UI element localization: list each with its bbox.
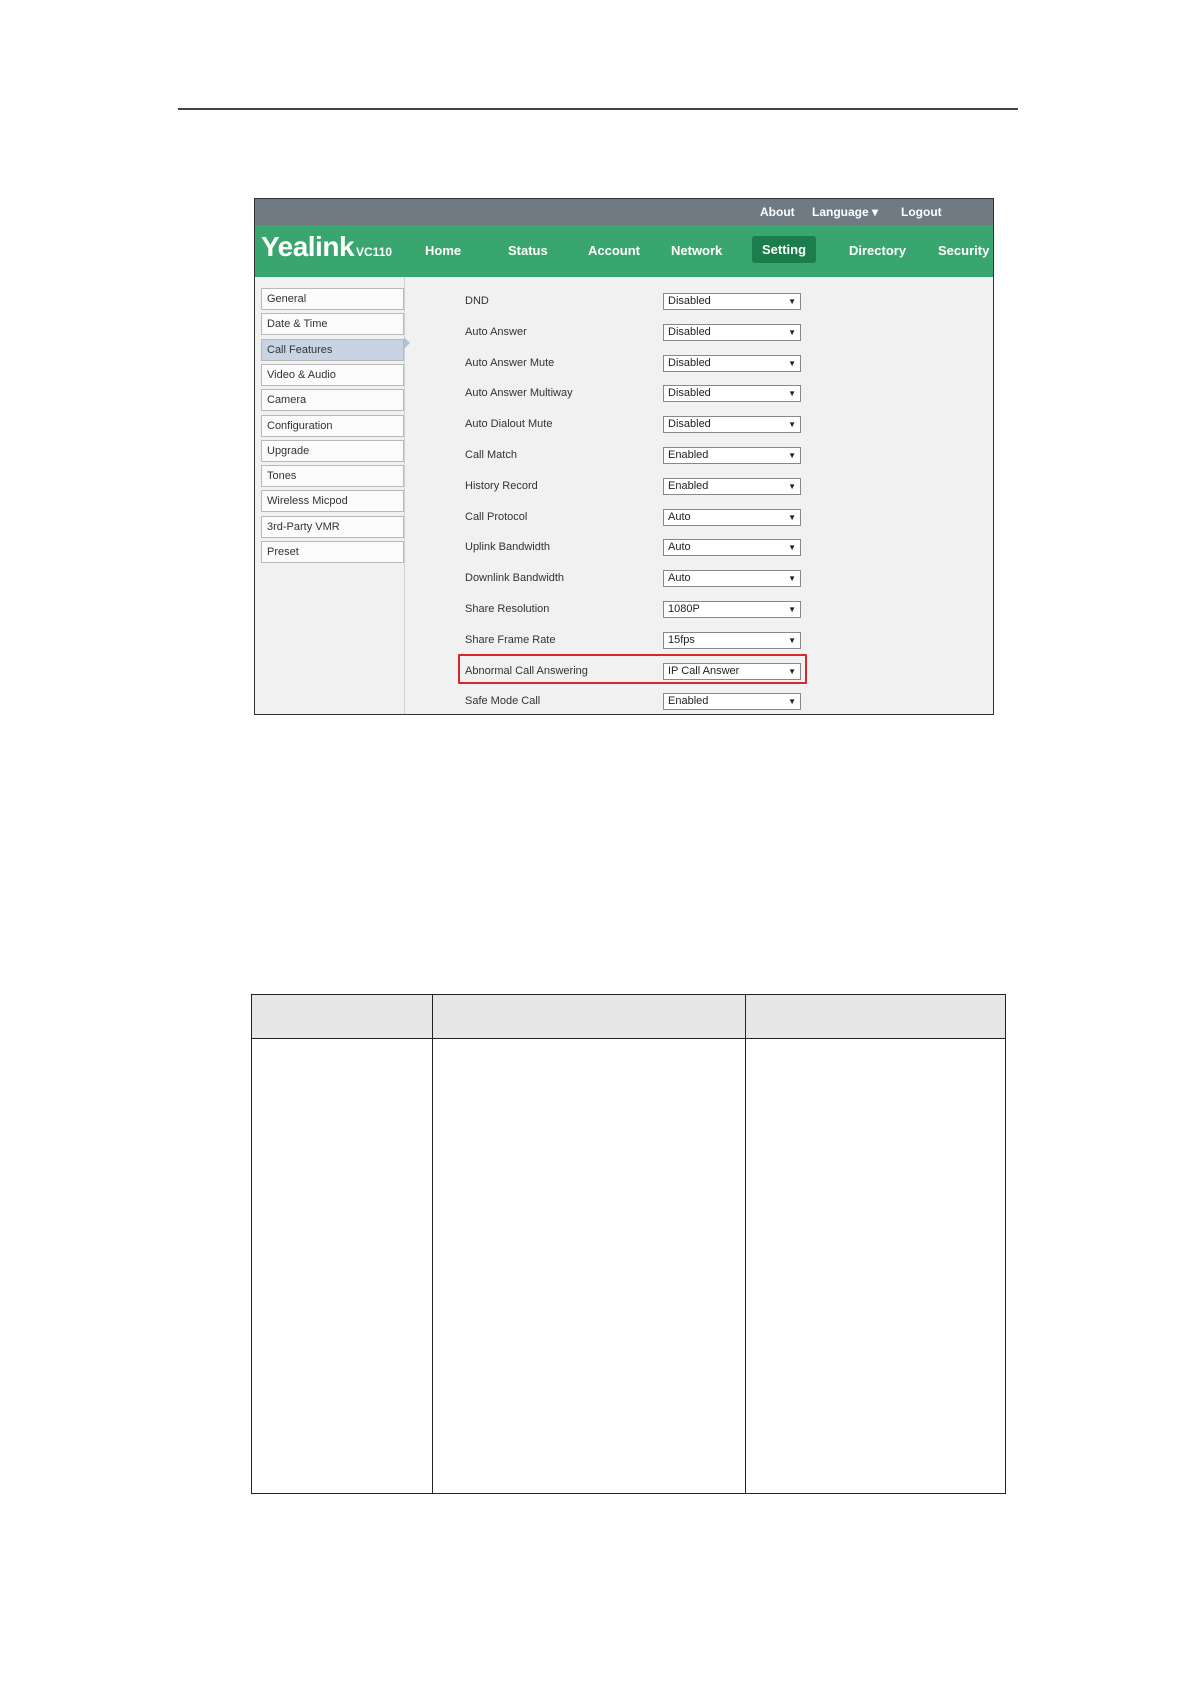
- nav-status[interactable]: Status: [508, 243, 548, 258]
- sidebar-item-3rd-party-vmr[interactable]: 3rd-Party VMR: [261, 515, 404, 538]
- dropdown-caret-icon: ▼: [788, 389, 796, 399]
- dnd-label: DND: [465, 295, 489, 307]
- sidebar-item-preset[interactable]: Preset: [261, 541, 404, 563]
- logout-link[interactable]: Logout: [901, 205, 942, 219]
- yealink-logo: Yealink VC110: [261, 231, 392, 263]
- dnd-select[interactable]: Disabled ▼: [663, 293, 801, 310]
- auto-answer-mute-label: Auto Answer Mute: [465, 356, 555, 369]
- sidebar-item-general[interactable]: General: [261, 288, 404, 310]
- nav-directory[interactable]: Directory: [849, 243, 906, 258]
- table-header-cell: [432, 994, 746, 1039]
- auto-answer-multiway-value: Disabled: [668, 387, 711, 400]
- nav-setting[interactable]: Setting: [752, 236, 817, 263]
- sidebar-item-configuration[interactable]: Configuration: [261, 414, 404, 437]
- table-cell: [745, 1038, 1006, 1494]
- share-frame-rate-value: 15fps: [668, 633, 695, 646]
- language-dropdown[interactable]: Language ▾: [812, 205, 878, 219]
- downlink-bandwidth-label: Downlink Bandwidth: [465, 572, 565, 585]
- table-header-cell: [745, 994, 1006, 1039]
- share-resolution-select[interactable]: 1080P ▼: [663, 601, 801, 618]
- about-link[interactable]: About: [760, 205, 795, 219]
- dropdown-caret-icon: ▼: [788, 697, 796, 707]
- sidebar-item-video-audio[interactable]: Video & Audio: [261, 363, 404, 386]
- dropdown-caret-icon: ▼: [788, 481, 796, 491]
- auto-answer-multiway-select[interactable]: Disabled ▼: [663, 385, 801, 403]
- downlink-bandwidth-value: Auto: [668, 572, 691, 585]
- call-protocol-select[interactable]: Auto ▼: [663, 508, 801, 526]
- sidebar-item-call-features[interactable]: Call Features: [261, 338, 404, 361]
- history-record-label: History Record: [465, 479, 538, 492]
- nav-network[interactable]: Network: [671, 243, 722, 258]
- settings-content: General Date & Time Call Features Video & A…: [255, 277, 993, 714]
- auto-dialout-mute-value: Disabled: [668, 418, 711, 431]
- safe-mode-call-select[interactable]: Enabled ▼: [663, 693, 801, 711]
- web-ui-screenshot: About Language ▾ Logout Yealink VC110 Hom…: [254, 198, 994, 715]
- auto-dialout-mute-label: Auto Dialout Mute: [465, 418, 553, 431]
- dnd-value: Disabled: [668, 295, 711, 307]
- table-row: [251, 1038, 1006, 1494]
- dropdown-caret-icon: ▼: [788, 451, 796, 460]
- call-match-label: Call Match: [465, 449, 517, 461]
- history-record-value: Enabled: [668, 479, 709, 492]
- share-frame-rate-label: Share Frame Rate: [465, 633, 556, 646]
- table-cell: [432, 1038, 746, 1494]
- table-header-row: [251, 994, 1006, 1039]
- uplink-bandwidth-value: Auto: [668, 541, 691, 554]
- sidebar-item-date-time[interactable]: Date & Time: [261, 313, 404, 336]
- active-item-pointer: [404, 337, 410, 349]
- share-resolution-label: Share Resolution: [465, 603, 550, 615]
- auto-answer-mute-select[interactable]: Disabled ▼: [663, 354, 801, 372]
- uplink-bandwidth-label: Uplink Bandwidth: [465, 541, 550, 554]
- dropdown-caret-icon: ▼: [788, 420, 796, 430]
- auto-answer-multiway-label: Auto Answer Multiway: [465, 387, 573, 400]
- history-record-select[interactable]: Enabled ▼: [663, 477, 801, 495]
- downlink-bandwidth-select[interactable]: Auto ▼: [663, 570, 801, 588]
- dropdown-caret-icon: ▼: [788, 543, 796, 553]
- call-protocol-label: Call Protocol: [465, 510, 528, 523]
- nav-home[interactable]: Home: [425, 243, 461, 258]
- call-match-select[interactable]: Enabled ▼: [663, 447, 801, 464]
- call-protocol-value: Auto: [668, 510, 691, 523]
- table-cell: [251, 1038, 433, 1494]
- dropdown-caret-icon: ▼: [788, 512, 796, 522]
- dropdown-caret-icon: ▼: [788, 605, 796, 614]
- uplink-bandwidth-select[interactable]: Auto ▼: [663, 539, 801, 557]
- dropdown-caret-icon: ▼: [788, 297, 796, 306]
- logo-model: VC110: [356, 245, 393, 259]
- parameter-table: [251, 994, 1006, 1494]
- auto-answer-select[interactable]: Disabled ▼: [663, 323, 801, 341]
- dropdown-caret-icon: ▼: [788, 327, 796, 337]
- dropdown-caret-icon: ▼: [788, 635, 796, 645]
- auto-dialout-mute-select[interactable]: Disabled ▼: [663, 416, 801, 434]
- page-header-rule: [178, 108, 1018, 110]
- sidebar-item-camera[interactable]: Camera: [261, 389, 404, 412]
- safe-mode-call-label: Safe Mode Call: [465, 695, 541, 708]
- share-frame-rate-select[interactable]: 15fps ▼: [663, 631, 801, 649]
- dropdown-caret-icon: ▼: [788, 358, 796, 368]
- main-nav-bar: Yealink VC110 Home Status Account Network…: [255, 225, 993, 277]
- nav-account[interactable]: Account: [588, 243, 640, 258]
- logo-brand: Yealink: [261, 231, 355, 262]
- auto-answer-label: Auto Answer: [465, 325, 527, 338]
- sidebar-item-upgrade[interactable]: Upgrade: [261, 439, 404, 462]
- highlight-box: [458, 654, 807, 684]
- dropdown-caret-icon: ▼: [788, 574, 796, 584]
- sidebar-item-wireless-micpod[interactable]: Wireless Micpod: [261, 490, 404, 513]
- auto-answer-value: Disabled: [668, 325, 711, 338]
- auto-answer-mute-value: Disabled: [668, 356, 711, 369]
- sidebar-item-tones[interactable]: Tones: [261, 465, 404, 488]
- utility-bar: About Language ▾ Logout: [255, 199, 993, 225]
- share-resolution-value: 1080P: [668, 603, 700, 615]
- safe-mode-call-value: Enabled: [668, 695, 709, 708]
- call-match-value: Enabled: [668, 449, 709, 461]
- table-header-cell: [251, 994, 433, 1039]
- nav-security[interactable]: Security: [938, 243, 989, 258]
